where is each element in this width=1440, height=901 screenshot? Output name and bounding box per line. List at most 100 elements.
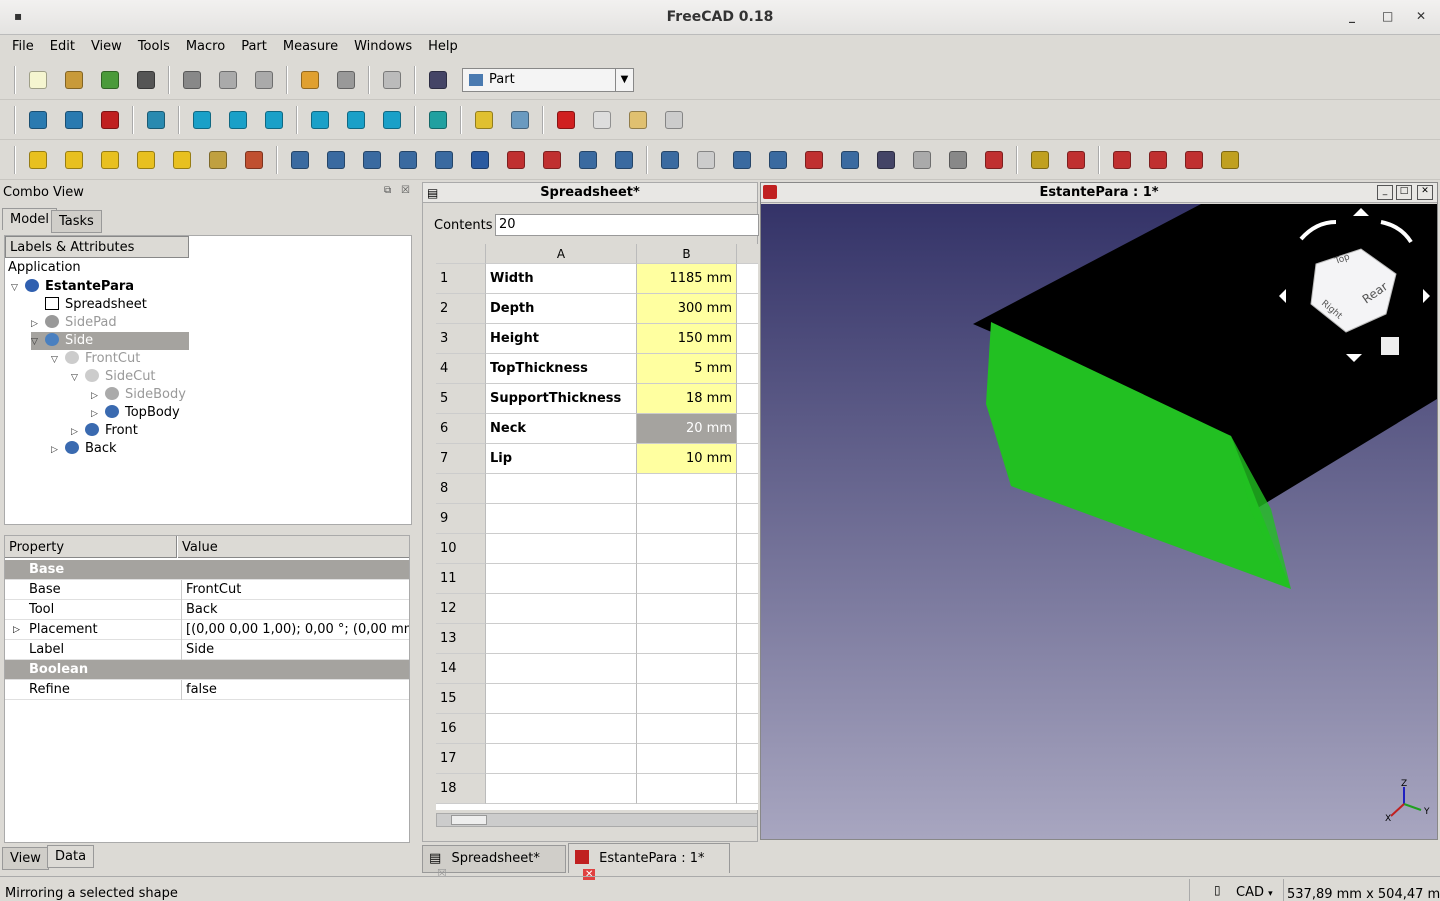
tree-item-back[interactable]: ▷ Back xyxy=(51,440,117,458)
expand-toggle-icon[interactable]: ▷ xyxy=(91,387,105,405)
cell-a[interactable] xyxy=(486,564,637,594)
row-header[interactable]: 10 xyxy=(436,534,486,564)
row-header[interactable]: 1 xyxy=(436,264,486,294)
row-header[interactable]: 11 xyxy=(436,564,486,594)
doc-tab-spreadsheet[interactable]: ▤ Spreadsheet* ☒ xyxy=(422,845,566,880)
cell-b[interactable]: 150 mm xyxy=(637,324,737,354)
rear-view-icon[interactable] xyxy=(307,107,333,133)
property-header[interactable]: Property xyxy=(5,536,177,558)
tree-item-topbody[interactable]: ▷ TopBody xyxy=(91,404,180,422)
measure-toggle-all-icon[interactable] xyxy=(1145,147,1171,173)
front-view-icon[interactable] xyxy=(189,107,215,133)
compound-icon[interactable] xyxy=(873,147,899,173)
cell-b[interactable]: 5 mm xyxy=(637,354,737,384)
property-value[interactable]: [(0,00 0,00 1,00); 0,00 °; (0,00 mm... xyxy=(181,620,409,640)
cell-c[interactable] xyxy=(737,774,758,804)
cell-c[interactable] xyxy=(737,474,758,504)
menu-help[interactable]: Help xyxy=(420,36,466,59)
tree-item-spreadsheet[interactable]: Spreadsheet xyxy=(31,296,147,314)
cell-a[interactable] xyxy=(486,684,637,714)
maximize-button[interactable]: □ xyxy=(1382,9,1393,23)
cell-a[interactable] xyxy=(486,744,637,774)
cut-icon[interactable] xyxy=(179,67,205,93)
measure-toggle-3d-icon[interactable] xyxy=(1181,147,1207,173)
check-geometry-icon[interactable] xyxy=(909,147,935,173)
menu-windows[interactable]: Windows xyxy=(346,36,420,59)
expand-toggle-icon[interactable]: ▷ xyxy=(13,620,20,640)
cell-a[interactable]: Height xyxy=(486,324,637,354)
row-header[interactable]: 2 xyxy=(436,294,486,324)
toolbar-handle[interactable] xyxy=(14,65,16,94)
make-face-icon[interactable] xyxy=(467,147,493,173)
measure-linear-icon[interactable] xyxy=(1027,147,1053,173)
bottom-view-icon[interactable] xyxy=(343,107,369,133)
cell-a[interactable] xyxy=(486,714,637,744)
property-value[interactable]: Side xyxy=(181,640,409,660)
tab-model[interactable]: Model xyxy=(2,208,58,230)
new-file-icon[interactable] xyxy=(25,67,51,93)
row-header[interactable]: 15 xyxy=(436,684,486,714)
row-header[interactable]: 5 xyxy=(436,384,486,414)
navigation-style-button[interactable]: ▯ CAD ▾ xyxy=(1189,879,1281,901)
row-header[interactable]: 18 xyxy=(436,774,486,804)
row-header[interactable]: 3 xyxy=(436,324,486,354)
cell-b[interactable]: 20 mm xyxy=(637,414,737,444)
cell-b[interactable] xyxy=(637,684,737,714)
cell-b[interactable] xyxy=(637,594,737,624)
extrude-icon[interactable] xyxy=(287,147,313,173)
fit-all-icon[interactable] xyxy=(25,107,51,133)
defeaturing-icon[interactable] xyxy=(945,147,971,173)
cell-a[interactable]: SupportThickness xyxy=(486,384,637,414)
cell-b[interactable] xyxy=(637,714,737,744)
split-icon[interactable] xyxy=(837,147,863,173)
isometric-icon[interactable] xyxy=(143,107,169,133)
row-header[interactable]: 12 xyxy=(436,594,486,624)
undo-icon[interactable] xyxy=(297,67,323,93)
thickness-icon[interactable] xyxy=(611,147,637,173)
cell-a[interactable] xyxy=(486,624,637,654)
expand-toggle-icon[interactable]: ▷ xyxy=(51,441,65,459)
cut-shape-icon[interactable] xyxy=(693,147,719,173)
measure-icon[interactable] xyxy=(425,107,451,133)
tab-view[interactable]: View xyxy=(2,847,49,870)
join-icon[interactable] xyxy=(801,147,827,173)
subwindow-maximize-button[interactable]: □ xyxy=(1396,185,1412,200)
row-header[interactable]: 9 xyxy=(436,504,486,534)
close-button[interactable]: ✕ xyxy=(1416,9,1426,23)
float-icon[interactable]: ⧉ xyxy=(384,185,391,196)
union-icon[interactable] xyxy=(729,147,755,173)
row-header[interactable]: 16 xyxy=(436,714,486,744)
expand-toggle-icon[interactable]: ▷ xyxy=(71,423,85,441)
tree-item-sidepad[interactable]: ▷ SidePad xyxy=(31,314,117,332)
cell-c[interactable] xyxy=(737,324,758,354)
row-header[interactable]: 4 xyxy=(436,354,486,384)
cell-b[interactable] xyxy=(637,564,737,594)
loft-icon[interactable] xyxy=(539,147,565,173)
import-icon[interactable] xyxy=(97,67,123,93)
cell-a[interactable] xyxy=(486,654,637,684)
cell-c[interactable] xyxy=(737,504,758,534)
refresh-icon[interactable] xyxy=(379,67,405,93)
contents-input[interactable]: 20 xyxy=(495,214,759,236)
cell-a[interactable]: Depth xyxy=(486,294,637,324)
box-icon[interactable] xyxy=(25,147,51,173)
row-header[interactable]: 7 xyxy=(436,444,486,474)
cell-a[interactable] xyxy=(486,774,637,804)
revolve-icon[interactable] xyxy=(323,147,349,173)
close-panel-icon[interactable]: ☒ xyxy=(401,185,410,196)
property-value[interactable]: FrontCut xyxy=(181,580,409,600)
property-row[interactable]: ▷ Placement [(0,00 0,00 1,00); 0,00 °; (0,… xyxy=(5,620,409,640)
cell-c[interactable] xyxy=(737,354,758,384)
tab-tasks[interactable]: Tasks xyxy=(51,210,102,233)
intersection-icon[interactable] xyxy=(765,147,791,173)
boolean-icon[interactable] xyxy=(657,147,683,173)
fillet-icon[interactable] xyxy=(395,147,421,173)
tree-item-side[interactable]: ▽ Side xyxy=(31,332,189,350)
cylinder-icon[interactable] xyxy=(61,147,87,173)
open-icon[interactable] xyxy=(61,67,87,93)
cell-b[interactable] xyxy=(637,774,737,804)
measure-angular-icon[interactable] xyxy=(1063,147,1089,173)
corner-header[interactable] xyxy=(436,244,486,264)
cone-icon[interactable] xyxy=(133,147,159,173)
cell-a[interactable] xyxy=(486,534,637,564)
